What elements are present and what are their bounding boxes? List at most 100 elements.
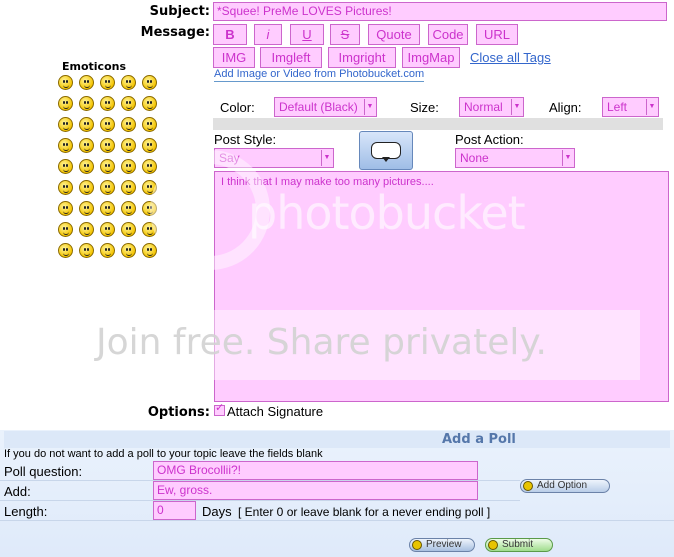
emoticon-icon[interactable]: [58, 96, 73, 111]
post-action-value: None: [460, 151, 489, 165]
emoticon-icon[interactable]: [58, 243, 73, 258]
strike-button[interactable]: S: [330, 24, 360, 45]
close-all-tags-link[interactable]: Close all Tags: [470, 50, 551, 65]
underline-button[interactable]: U: [290, 24, 324, 45]
emoticon-icon[interactable]: [58, 117, 73, 132]
emoticon-icon[interactable]: [121, 138, 136, 153]
poll-title: Add a Poll: [442, 432, 516, 447]
emoticon-icon[interactable]: [100, 222, 115, 237]
emoticon-icon[interactable]: [142, 117, 157, 132]
emoticon-icon[interactable]: [58, 159, 73, 174]
poll-row-divider: [0, 480, 520, 481]
emoticon-icon[interactable]: [58, 180, 73, 195]
emoticon-icon[interactable]: [100, 96, 115, 111]
emoticon-icon[interactable]: [142, 159, 157, 174]
post-action-label: Post Action:: [455, 132, 524, 147]
imgmap-button[interactable]: ImgMap: [402, 47, 460, 68]
submit-button[interactable]: Submit: [485, 538, 553, 552]
emoticon-icon[interactable]: [79, 180, 94, 195]
plus-icon: [523, 481, 533, 491]
watermark-logo-text: photobucket: [248, 186, 526, 240]
emoticons-grid: [58, 75, 168, 265]
italic-button[interactable]: i: [254, 24, 282, 45]
emoticon-icon[interactable]: [58, 75, 73, 90]
emoticon-icon[interactable]: [100, 243, 115, 258]
emoticon-icon[interactable]: [58, 222, 73, 237]
preview-button[interactable]: Preview: [409, 538, 475, 552]
size-select-value: Normal: [464, 100, 503, 114]
post-action-select[interactable]: None ▼: [455, 148, 575, 168]
emoticon-icon[interactable]: [100, 180, 115, 195]
post-style-label: Post Style:: [214, 132, 277, 147]
subject-input[interactable]: *Squee! PreMe LOVES Pictures!: [213, 2, 667, 21]
chevron-down-icon: ▼: [364, 99, 375, 115]
watermark-tagline: Join free. Share privately.: [96, 322, 548, 363]
color-label: Color:: [220, 100, 255, 115]
attach-signature-label: Attach Signature: [227, 404, 324, 419]
emoticon-icon[interactable]: [121, 75, 136, 90]
emoticon-icon[interactable]: [142, 96, 157, 111]
emoticon-icon[interactable]: [142, 75, 157, 90]
attach-signature-checkbox[interactable]: ✓: [214, 401, 225, 416]
emoticon-icon[interactable]: [121, 117, 136, 132]
poll-length-input[interactable]: 0: [153, 501, 196, 520]
emoticon-icon[interactable]: [121, 201, 136, 216]
size-select[interactable]: Normal ▼: [459, 97, 524, 117]
emoticon-icon[interactable]: [121, 222, 136, 237]
speech-bubble-tail: [382, 157, 390, 162]
emoticon-icon[interactable]: [79, 159, 94, 174]
emoticon-icon[interactable]: [100, 159, 115, 174]
add-option-button[interactable]: Add Option: [520, 479, 610, 493]
preview-label: Preview: [426, 539, 462, 550]
bold-button[interactable]: B: [213, 24, 247, 45]
img-button[interactable]: IMG: [213, 47, 255, 68]
emoticon-icon[interactable]: [100, 138, 115, 153]
emoticon-icon[interactable]: [79, 222, 94, 237]
chevron-down-icon: ▼: [511, 99, 522, 115]
emoticon-icon[interactable]: [79, 243, 94, 258]
emoticon-icon[interactable]: [121, 180, 136, 195]
emoticon-icon[interactable]: [79, 75, 94, 90]
photobucket-link[interactable]: Add Image or Video from Photobucket.com: [214, 68, 425, 82]
emoticon-icon[interactable]: [100, 75, 115, 90]
url-button[interactable]: URL: [476, 24, 518, 45]
format-bar: [213, 118, 663, 130]
imgleft-button[interactable]: Imgleft: [260, 47, 322, 68]
emoticon-icon[interactable]: [58, 138, 73, 153]
emoticon-icon[interactable]: [79, 96, 94, 111]
emoticon-icon[interactable]: [121, 159, 136, 174]
emoticon-icon[interactable]: [121, 243, 136, 258]
emoticon-icon[interactable]: [79, 138, 94, 153]
poll-length-label: Length:: [4, 504, 48, 519]
poll-days-hint: [ Enter 0 or leave blank for a never end…: [238, 505, 491, 519]
emoticon-icon[interactable]: [79, 201, 94, 216]
chevron-down-icon: ▼: [646, 99, 657, 115]
emoticon-icon[interactable]: [142, 243, 157, 258]
poll-row-divider: [0, 500, 520, 501]
preview-icon: [412, 540, 422, 550]
message-label: Message:: [140, 25, 210, 40]
emoticon-icon[interactable]: [58, 201, 73, 216]
emoticon-icon[interactable]: [100, 117, 115, 132]
code-button[interactable]: Code: [428, 24, 468, 45]
poll-add-input[interactable]: Ew, gross.: [153, 481, 478, 500]
color-select[interactable]: Default (Black) ▼: [274, 97, 377, 117]
color-select-value: Default (Black): [279, 100, 358, 114]
size-label: Size:: [410, 100, 439, 115]
align-select-value: Left: [607, 100, 628, 114]
emoticon-icon[interactable]: [79, 117, 94, 132]
emoticon-icon[interactable]: [121, 96, 136, 111]
arrow-right-icon: [488, 540, 498, 550]
emoticon-icon[interactable]: [100, 201, 115, 216]
emoticon-icon[interactable]: [142, 138, 157, 153]
speech-bubble-button[interactable]: [359, 131, 413, 170]
poll-question-label: Poll question:: [4, 464, 83, 479]
chevron-down-icon: ▼: [562, 150, 573, 166]
checkmark-icon: ✓: [215, 401, 225, 414]
align-select[interactable]: Left ▼: [602, 97, 659, 117]
quote-button[interactable]: Quote: [368, 24, 420, 45]
submit-label: Submit: [502, 539, 534, 550]
imgright-button[interactable]: Imgright: [328, 47, 396, 68]
poll-question-input[interactable]: OMG Brocollii?!: [153, 461, 478, 480]
poll-days-label: Days: [202, 504, 232, 519]
